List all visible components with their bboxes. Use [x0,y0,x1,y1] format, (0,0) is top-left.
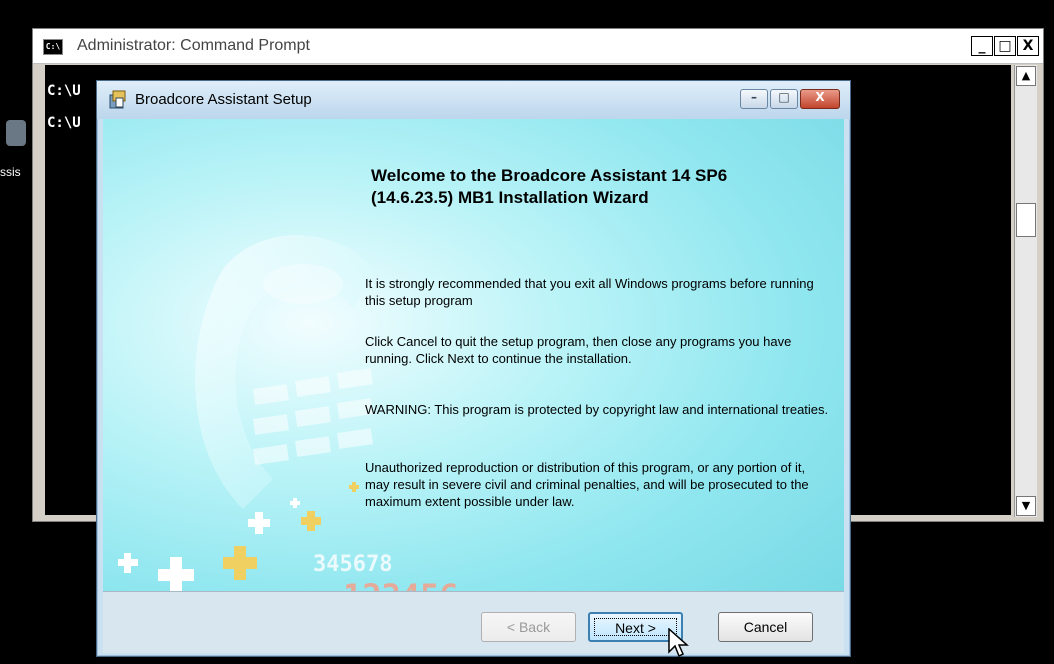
dialog-title-bar[interactable]: Broadcore Assistant Setup – □ X [97,81,850,119]
dialog-minimize-button[interactable]: – [740,89,768,109]
desktop-icon[interactable] [0,112,30,152]
cmd-window-title: Administrator: Command Prompt [77,37,310,54]
wizard-content: 345678 123456 Welcome to the Broadcore A… [103,119,844,629]
paragraph-instructions: Click Cancel to quit the setup program, … [365,334,792,366]
wizard-footer: < Back Next > Cancel [103,591,844,653]
cmd-maximize-button[interactable]: □ [994,36,1016,56]
wizard-heading-line-2: (14.6.23.5) MB1 Installation Wizard [371,188,649,207]
cmd-title-bar[interactable]: C:\ Administrator: Command Prompt _ □ X [33,29,1043,64]
desktop-app-icon [6,120,26,146]
installer-icon [109,90,126,109]
cmd-scrollbar[interactable]: ▲ ▼ [1014,65,1037,517]
dialog-maximize-button[interactable]: □ [770,89,798,109]
back-button[interactable]: < Back [481,612,576,642]
wizard-heading-line-1: Welcome to the Broadcore Assistant 14 SP… [371,166,728,185]
scroll-thumb[interactable] [1016,203,1036,237]
cmd-close-button[interactable]: X [1017,36,1039,56]
mouse-cursor-icon [668,628,689,658]
cmd-line-2: C:\U [47,115,81,131]
cmd-minimize-button[interactable]: _ [971,36,993,56]
art-digits-top: 345678 [313,552,392,577]
cmd-icon: C:\ [43,39,63,55]
wizard-heading: Welcome to the Broadcore Assistant 14 SP… [371,165,831,209]
cmd-line-1: C:\U [47,83,81,99]
dialog-close-button[interactable]: X [800,89,840,109]
paragraph-unauthorized: Unauthorized reproduction or distributio… [365,460,809,509]
desktop-icon-label: ssis [0,165,21,179]
setup-dialog: Broadcore Assistant Setup – □ X 345678 W… [96,80,851,657]
cancel-button[interactable]: Cancel [718,612,813,642]
scroll-up-button[interactable]: ▲ [1016,66,1036,86]
paragraph-warning: WARNING: This program is protected by co… [365,402,829,417]
dialog-title: Broadcore Assistant Setup [135,91,312,108]
scroll-down-button[interactable]: ▼ [1016,496,1036,516]
focus-rectangle [594,618,677,636]
paragraph-exit-programs: It is strongly recommended that you exit… [365,276,814,308]
